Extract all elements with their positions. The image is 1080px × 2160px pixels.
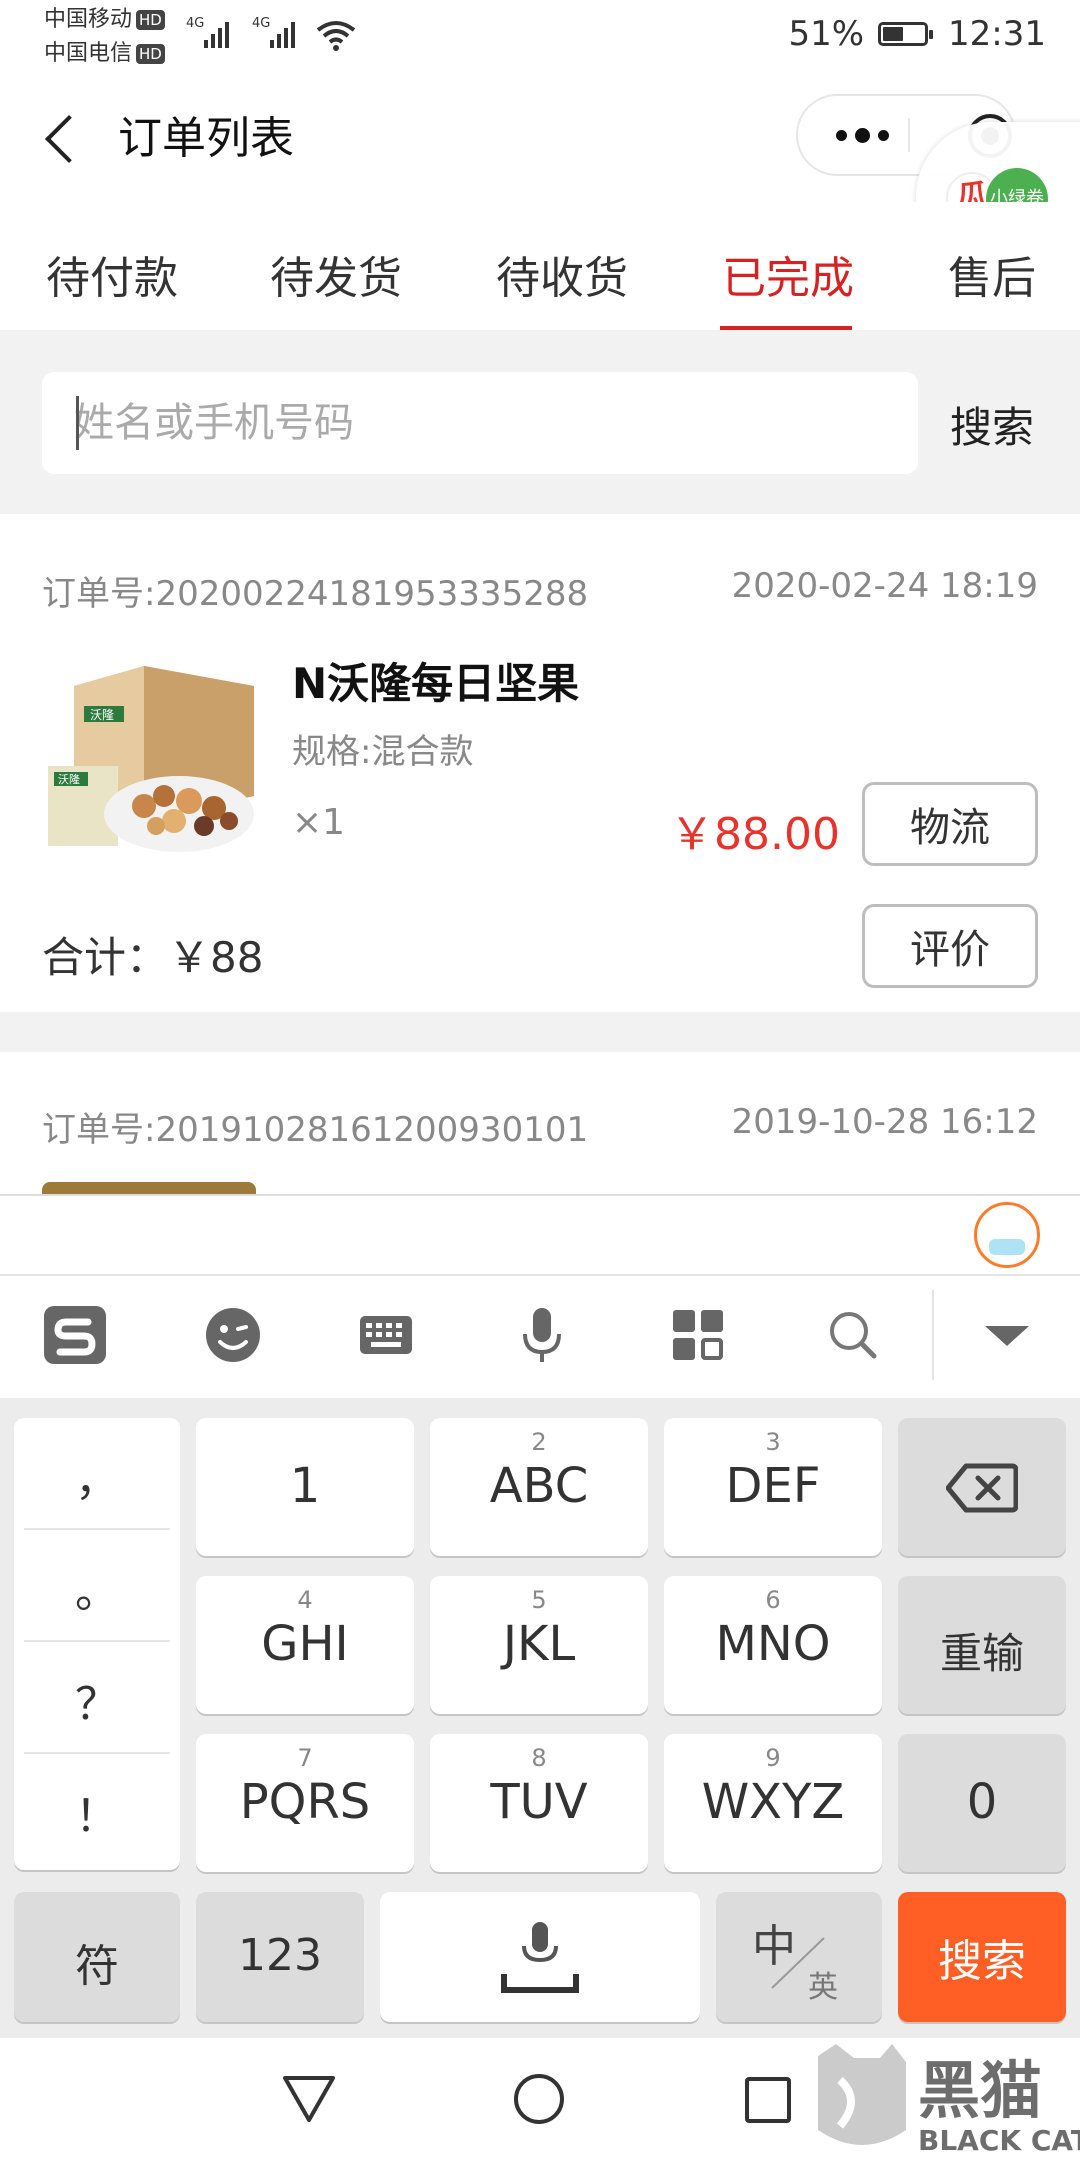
clock: 12:31 [948, 14, 1046, 54]
key-5-jkl[interactable]: 5 JKL [430, 1576, 648, 1714]
wifi-icon [316, 21, 356, 51]
pack-brand-text: 沃隆 [58, 772, 80, 786]
collapse-icon[interactable] [972, 1300, 1042, 1370]
lang-switch-key[interactable]: 中 英 [716, 1892, 882, 2022]
sogou-logo-icon[interactable] [40, 1300, 110, 1370]
order-number: 订单号:20191028161200930101 [42, 1110, 589, 1150]
watermark-cn: 黑猫 [918, 2054, 1042, 2127]
search-input[interactable] [42, 372, 918, 474]
key-4-ghi[interactable]: 4 GHI [196, 1576, 414, 1714]
space-key[interactable] [380, 1892, 700, 2022]
tab-pending-shipment[interactable]: 待发货 [270, 242, 402, 306]
battery-percent: 51% [788, 14, 865, 54]
battery-icon [878, 22, 934, 46]
key-9-wxyz[interactable]: 9 WXYZ [664, 1734, 882, 1872]
key-1[interactable]: 1 [196, 1418, 414, 1556]
recents-nav-icon[interactable] [744, 2076, 792, 2124]
key-3-def[interactable]: 3 DEF [664, 1418, 882, 1556]
signal-bars-icon [270, 22, 295, 48]
keyboard-search-key[interactable]: 搜索 [898, 1892, 1066, 2022]
key-8-tuv[interactable]: 8 TUV [430, 1734, 648, 1872]
capsule-divider [908, 118, 910, 152]
page-title: 订单列表 [118, 113, 294, 164]
tab-pending-receipt[interactable]: 待收货 [496, 242, 628, 306]
microphone-icon[interactable] [507, 1300, 577, 1370]
back-nav-icon[interactable] [282, 2074, 336, 2124]
search-icon[interactable] [818, 1300, 888, 1370]
more-menu-icon[interactable] [836, 128, 889, 143]
tab-after-sales[interactable]: 售后 [948, 242, 1080, 306]
keyboard-header [0, 1196, 1080, 1274]
punct-comma[interactable]: ， [14, 1444, 180, 1508]
backspace-key[interactable] [898, 1418, 1066, 1556]
order-total: 合计：￥88 [42, 933, 264, 982]
order-time: 2019-10-28 16:12 [731, 1102, 1038, 1142]
home-nav-icon[interactable] [512, 2072, 566, 2126]
product-spec: 规格:混合款 [292, 732, 474, 772]
punct-exclaim[interactable]: ！ [14, 1780, 180, 1844]
status-bar: 中国移动 HD 中国电信 HD 4G 4G 51% 12:31 [0, 0, 1080, 72]
watermark-en: BLACK CAT [918, 2124, 1080, 2157]
order-number: 订单号:20200224181953335288 [42, 574, 589, 614]
order-time: 2020-02-24 18:19 [731, 566, 1038, 606]
tab-completed[interactable]: 已完成 [722, 242, 854, 306]
box-brand-text: 沃隆 [90, 707, 114, 722]
backspace-icon [946, 1463, 1018, 1513]
punct-period[interactable]: 。 [14, 1556, 180, 1620]
logistics-button[interactable]: 物流 [862, 782, 1038, 866]
product-quantity: ×1 [292, 802, 346, 843]
carrier-2: 中国电信 HD [44, 40, 165, 68]
symbols-key[interactable]: 符 [14, 1892, 180, 2022]
punct-divider [24, 1640, 170, 1642]
key-0[interactable]: 0 [898, 1734, 1066, 1872]
tab-pending-payment[interactable]: 待付款 [46, 242, 178, 306]
text-cursor [76, 396, 79, 450]
order-status-tabs: 待付款 待发货 待收货 已完成 售后 [0, 202, 1080, 330]
status-right: 51% 12:31 [788, 14, 1046, 54]
key-6-mno[interactable]: 6 MNO [664, 1576, 882, 1714]
product-name[interactable]: N沃隆每日坚果 [292, 650, 579, 711]
product-price: ￥88.00 [670, 809, 840, 860]
keyboard-icon[interactable] [351, 1300, 421, 1370]
numbers-key[interactable]: 123 [196, 1892, 364, 2022]
apps-grid-icon[interactable] [663, 1300, 733, 1370]
punct-question[interactable]: ？ [14, 1668, 180, 1732]
voice-space-icon [501, 1922, 579, 1993]
emoji-icon[interactable] [198, 1300, 268, 1370]
reinput-key[interactable]: 重输 [898, 1576, 1066, 1714]
product-image[interactable]: 沃隆 沃隆 [44, 646, 258, 860]
punct-divider [24, 1752, 170, 1754]
key-2-abc[interactable]: 2 ABC [430, 1418, 648, 1556]
review-button[interactable]: 评价 [862, 904, 1038, 988]
carrier-1: 中国移动 HD [44, 6, 165, 34]
signal-bars-icon [204, 22, 229, 48]
mascot-icon[interactable] [974, 1202, 1040, 1268]
black-cat-watermark: 黑猫 BLACK CAT [818, 2044, 1080, 2157]
toolbar-divider [932, 1290, 934, 1380]
key-7-pqrs[interactable]: 7 PQRS [196, 1734, 414, 1872]
back-arrow-icon[interactable] [44, 114, 94, 164]
card-separator [0, 1012, 1080, 1052]
search-button[interactable]: 搜索 [950, 394, 1034, 455]
punct-divider [24, 1528, 170, 1530]
